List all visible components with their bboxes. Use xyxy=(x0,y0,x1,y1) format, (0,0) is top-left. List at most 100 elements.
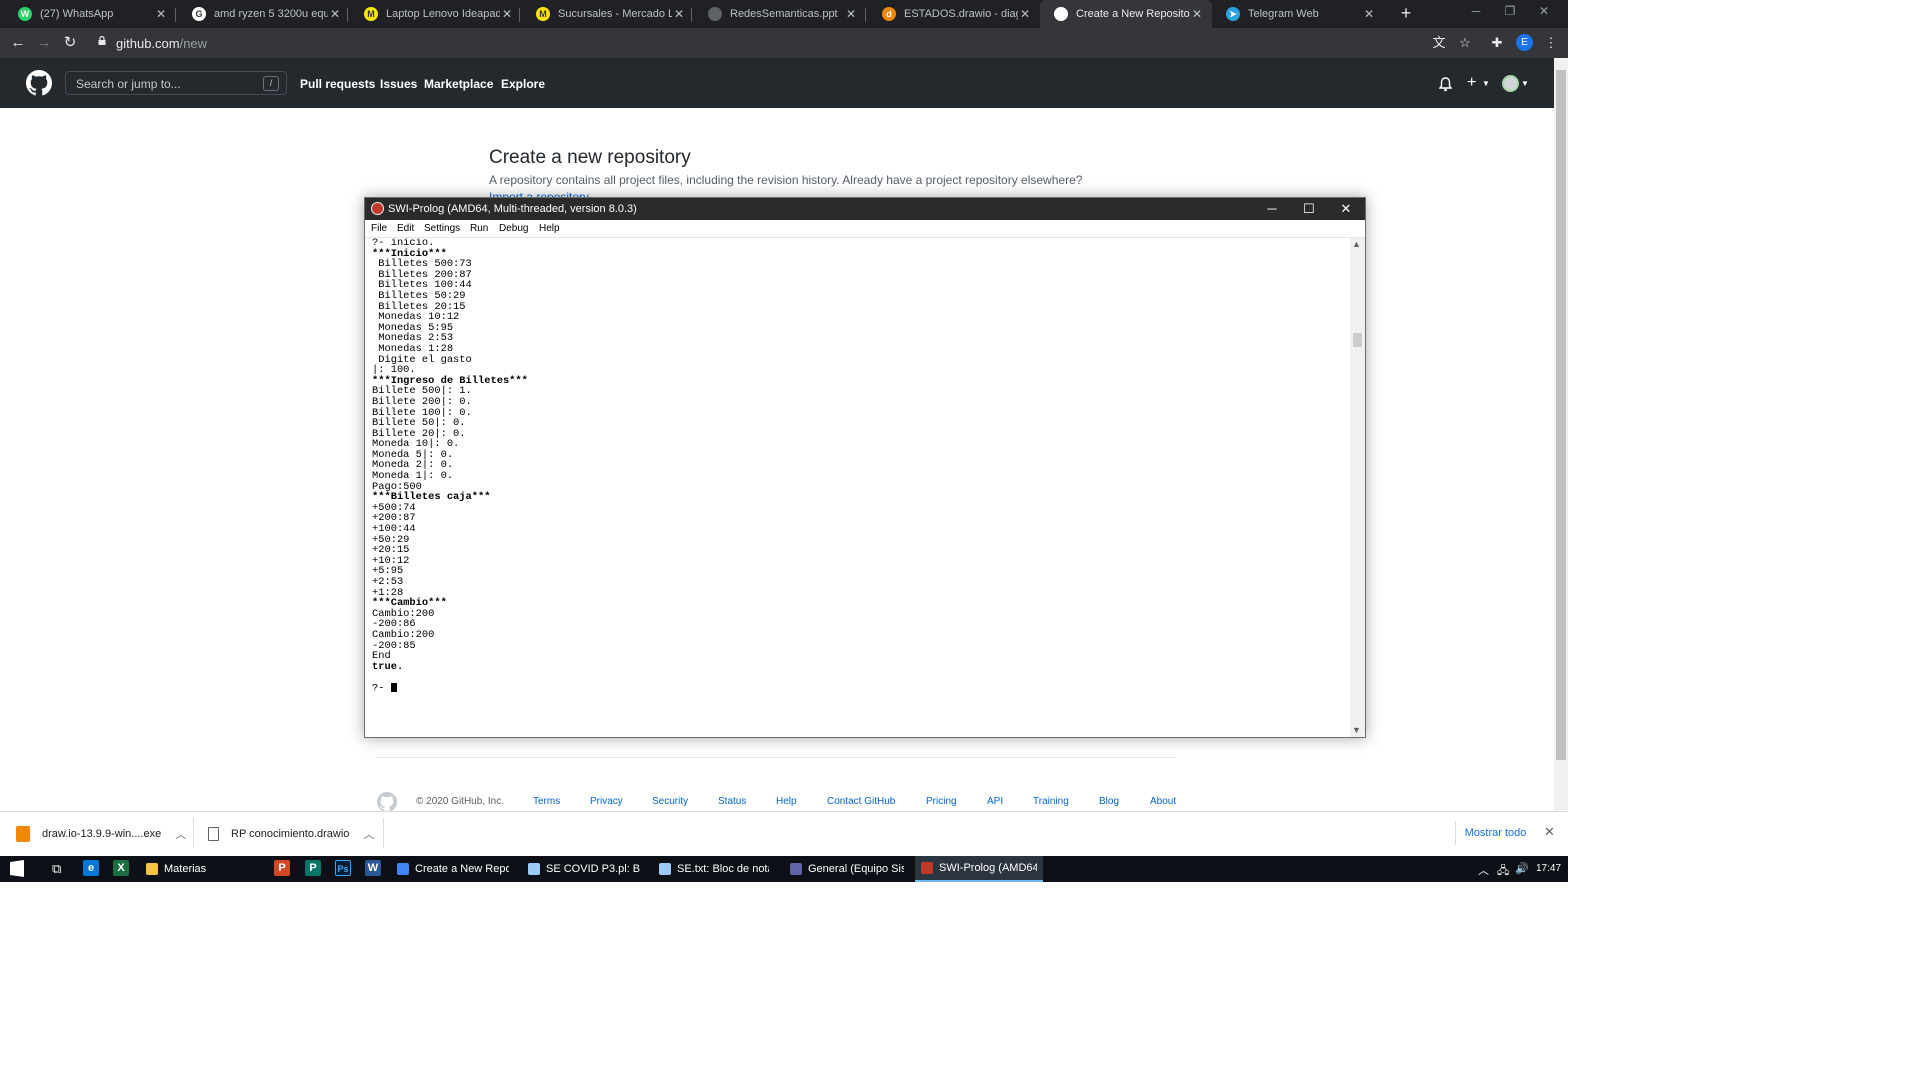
console-line: Monedas 5:95 xyxy=(372,321,454,334)
publisher-icon[interactable]: P xyxy=(305,860,321,876)
edge-icon[interactable]: e xyxy=(83,860,99,876)
tray-chevron-up-icon[interactable]: ︿ xyxy=(1478,862,1489,878)
prolog-maximize-icon[interactable]: ☐ xyxy=(1295,200,1323,218)
close-tab-icon[interactable]: ✕ xyxy=(1362,7,1376,21)
word-icon[interactable]: W xyxy=(365,860,381,876)
prolog-scrollbar-thumb[interactable] xyxy=(1353,333,1362,347)
taskbar-app[interactable]: Create a New Reposit... xyxy=(391,856,515,882)
footer-link-pricing[interactable]: Pricing xyxy=(926,796,957,807)
profile-avatar[interactable]: E xyxy=(1516,34,1533,51)
taskbar-clock[interactable]: 17:47 xyxy=(1536,863,1561,874)
console-prompt: ?- xyxy=(372,682,391,695)
taskbar-app[interactable]: SE COVID P3.pl: Bloc ... xyxy=(522,856,646,882)
console-line: Cambio:200 xyxy=(372,607,435,620)
scroll-down-icon[interactable]: ▼ xyxy=(1352,725,1361,735)
close-downloads-icon[interactable]: ✕ xyxy=(1544,824,1555,840)
taskbar-app[interactable]: SWI-Prolog (AMD64, ... xyxy=(915,856,1043,882)
prolog-menu-settings[interactable]: Settings xyxy=(424,223,460,234)
console-line: ***Inicio*** xyxy=(372,247,447,260)
page-scrollbar-thumb[interactable] xyxy=(1556,70,1566,760)
prolog-minimize-icon[interactable]: ─ xyxy=(1258,200,1286,218)
github-footer-logo-icon[interactable] xyxy=(377,792,397,812)
translate-icon[interactable]: 文 xyxy=(1430,34,1448,52)
prolog-close-icon[interactable]: ✕ xyxy=(1332,200,1360,218)
nav-issues[interactable]: Issues xyxy=(380,77,417,91)
close-tab-icon[interactable]: ✕ xyxy=(328,7,342,21)
footer-link-help[interactable]: Help xyxy=(776,796,797,807)
browser-tab[interactable]: Create a New Repository ✕ xyxy=(1040,0,1212,28)
powerpoint-icon[interactable]: P xyxy=(274,860,290,876)
close-tab-icon[interactable]: ✕ xyxy=(672,7,686,21)
close-tab-icon[interactable]: ✕ xyxy=(1018,7,1032,21)
prolog-menu-edit[interactable]: Edit xyxy=(397,223,414,234)
footer-link-api[interactable]: API xyxy=(987,796,1003,807)
create-new-plus-icon[interactable]: + xyxy=(1467,74,1476,92)
restore-icon[interactable]: ❐ xyxy=(1498,4,1522,22)
photoshop-icon[interactable]: Ps xyxy=(335,860,351,876)
browser-tab[interactable]: ➤ Telegram Web ✕ xyxy=(1212,0,1384,28)
footer-link-security[interactable]: Security xyxy=(652,796,688,807)
browser-tab[interactable]: M Sucursales - Mercado Libre✕ xyxy=(522,0,694,28)
show-all-downloads-button[interactable]: Mostrar todo xyxy=(1455,821,1535,845)
nav-explore[interactable]: Explore xyxy=(501,77,545,91)
prolog-menu-file[interactable]: File xyxy=(371,223,387,234)
prolog-menu-help[interactable]: Help xyxy=(539,223,560,234)
footer-link-privacy[interactable]: Privacy xyxy=(590,796,623,807)
forward-icon[interactable]: → xyxy=(34,33,54,53)
close-tab-icon[interactable]: ✕ xyxy=(154,7,168,21)
console-line: Cambio:200 xyxy=(372,628,435,641)
console-line: Billetes 50:29 xyxy=(372,289,466,302)
github-avatar[interactable] xyxy=(1502,75,1519,92)
close-window-icon[interactable]: ✕ xyxy=(1532,4,1556,22)
footer-link-contact[interactable]: Contact GitHub xyxy=(827,796,895,807)
windows-start-icon[interactable] xyxy=(4,860,40,878)
task-view-icon[interactable]: ⧉ xyxy=(52,861,61,877)
notifications-bell-icon[interactable] xyxy=(1439,77,1452,92)
footer-link-blog[interactable]: Blog xyxy=(1099,796,1119,807)
prolog-scrollbar[interactable] xyxy=(1350,238,1365,737)
nav-pull-requests[interactable]: Pull requests xyxy=(300,77,375,91)
new-tab-button[interactable]: + xyxy=(1396,4,1416,24)
footer-link-terms[interactable]: Terms xyxy=(533,796,560,807)
taskbar-app[interactable]: Materias xyxy=(140,856,260,882)
menu-icon[interactable]: ⋮ xyxy=(1542,34,1560,52)
nav-marketplace[interactable]: Marketplace xyxy=(424,77,493,91)
browser-tab[interactable]: RedesSemanticas.ppt ✕ xyxy=(694,0,866,28)
github-logo-icon[interactable] xyxy=(26,70,52,96)
network-icon[interactable]: 🖧 xyxy=(1497,862,1509,881)
scroll-up-icon[interactable]: ▲ xyxy=(1352,239,1361,249)
back-icon[interactable]: ← xyxy=(8,33,28,53)
taskbar-app[interactable]: General (Equipo Siste... xyxy=(784,856,910,882)
close-tab-icon[interactable]: ✕ xyxy=(500,7,514,21)
download-item[interactable]: draw.io-13.9.9-win....exe ︿ xyxy=(16,811,186,856)
taskbar-app[interactable]: SE.txt: Bloc de notas xyxy=(653,856,775,882)
browser-tab[interactable]: Gamd ryzen 5 3200u equivale✕ xyxy=(178,0,350,28)
extensions-icon[interactable]: ✚ xyxy=(1488,34,1506,52)
address-bar[interactable]: github.com/new xyxy=(116,36,207,51)
minimize-icon[interactable]: ─ xyxy=(1464,4,1488,22)
console-line: Pago:500 xyxy=(372,480,422,493)
prolog-console[interactable]: ?- inicio. ***Inicio*** Billetes 500:73 B… xyxy=(372,238,1348,728)
console-line: -200:85 xyxy=(372,639,416,652)
close-tab-icon[interactable]: ✕ xyxy=(1190,7,1204,21)
reload-icon[interactable]: ↻ xyxy=(60,33,80,53)
bookmark-star-icon[interactable]: ☆ xyxy=(1456,34,1474,52)
footer-link-status[interactable]: Status xyxy=(718,796,746,807)
console-line: Billetes 500:73 xyxy=(372,258,472,271)
close-tab-icon[interactable]: ✕ xyxy=(844,7,858,21)
chevron-up-icon[interactable]: ︿ xyxy=(175,826,186,842)
footer-link-training[interactable]: Training xyxy=(1033,796,1069,807)
volume-icon[interactable]: 🔊 xyxy=(1515,862,1529,875)
drawio-icon: d xyxy=(882,7,896,21)
chevron-up-icon[interactable]: ︿ xyxy=(363,826,374,842)
prolog-menu-run[interactable]: Run xyxy=(470,223,488,234)
browser-tab[interactable]: d ESTADOS.drawio - diagrams✕ xyxy=(868,0,1040,28)
footer-link-about[interactable]: About xyxy=(1150,796,1176,807)
console-prompt-line[interactable]: ?- xyxy=(372,683,1348,694)
download-item[interactable]: RP conocimiento.drawio ︿ xyxy=(208,811,374,856)
browser-tab[interactable]: M Laptop Lenovo Ideapad C34✕ xyxy=(350,0,522,28)
excel-icon[interactable]: X xyxy=(113,860,129,876)
browser-tab[interactable]: W (27) WhatsApp ✕ xyxy=(4,0,176,28)
prolog-menu-debug[interactable]: Debug xyxy=(499,223,528,234)
folder-icon xyxy=(146,863,158,875)
